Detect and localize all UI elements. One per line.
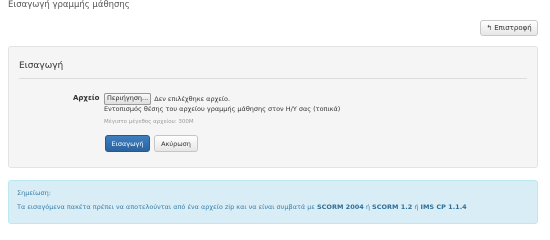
file-status-text: Δεν επιλέχθηκε αρχείο. (154, 94, 231, 103)
browse-button[interactable]: Περιήγηση... (104, 92, 152, 105)
note-text: Τα εισαγόμενα πακέτα πρέπει να αποτελούν… (17, 203, 467, 211)
note-or-2: ή (412, 203, 421, 211)
note-or-1: ή (363, 203, 373, 211)
format-scorm-2004: SCORM 2004 (316, 203, 364, 211)
cancel-button[interactable]: Ακύρωση (154, 135, 198, 152)
note-title: Σημείωση: (17, 189, 51, 197)
format-ims-cp: IMS CP 1.1.4 (420, 203, 467, 211)
form-legend: Εισαγωγή (19, 61, 64, 71)
back-button[interactable]: ↰ Επιστροφή (480, 20, 538, 36)
import-form-panel: Εισαγωγή Αρχείο Περιήγηση... Δεν επιλέχθ… (8, 46, 538, 168)
back-button-label: Επιστροφή (494, 24, 532, 32)
legend-divider (19, 78, 527, 79)
file-help-text: Εντοπισμός θέσης του αρχείου γραμμής μάθ… (104, 105, 341, 113)
reply-arrow-icon: ↰ (486, 24, 493, 32)
format-scorm-1-2: SCORM 1.2 (372, 203, 413, 211)
note-text-prefix: Τα εισαγόμενα πακέτα πρέπει να αποτελούν… (17, 203, 317, 211)
file-input[interactable]: Περιήγηση... Δεν επιλέχθηκε αρχείο. (104, 92, 231, 105)
import-submit-button[interactable]: Εισαγωγή (105, 135, 150, 152)
page-title: Εισαγωγή γραμμής μάθησης (8, 0, 130, 10)
info-note: Σημείωση: Τα εισαγόμενα πακέτα πρέπει να… (8, 180, 538, 224)
max-file-size-text: Μέγιστο μέγεθος αρχείου: 300M (104, 119, 194, 125)
file-field-label: Αρχείο (73, 94, 100, 102)
